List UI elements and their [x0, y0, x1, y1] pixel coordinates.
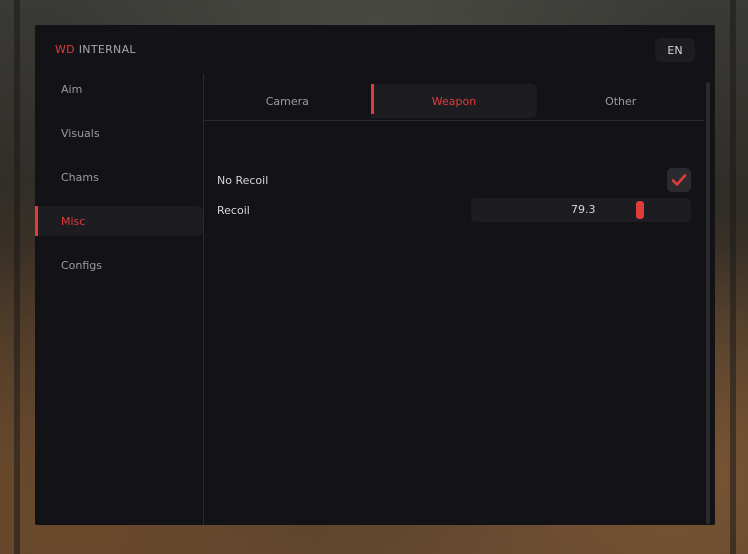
sidebar-item-label: Chams — [61, 170, 99, 184]
sidebar-item-configs[interactable]: Configs — [35, 250, 203, 280]
background-tree — [730, 0, 736, 554]
background-tree — [14, 0, 20, 554]
recoil-value: 79.3 — [571, 203, 596, 216]
sidebar-item-label: Aim — [61, 82, 83, 96]
scrollbar[interactable] — [706, 82, 710, 524]
no-recoil-row: No Recoil — [217, 168, 691, 192]
sidebar-item-label: Misc — [61, 214, 86, 228]
content-panel: Camera Weapon Other No Recoil Recoil 79.… — [203, 74, 710, 525]
menu-header: WD INTERNAL EN — [35, 25, 715, 73]
recoil-label: Recoil — [217, 203, 250, 217]
recoil-row: Recoil 79.3 — [217, 198, 691, 222]
cheat-menu-window: WD INTERNAL EN Aim Visuals Chams Misc Co… — [35, 25, 715, 525]
no-recoil-label: No Recoil — [217, 173, 269, 187]
sidebar-item-label: Configs — [61, 258, 103, 272]
tab-weapon[interactable]: Weapon — [370, 84, 538, 118]
logo-brand: WD — [55, 43, 75, 56]
sidebar-item-misc[interactable]: Misc — [35, 206, 203, 236]
tab-other[interactable]: Other — [537, 84, 704, 118]
tab-camera[interactable]: Camera — [204, 84, 371, 118]
tab-bar: Camera Weapon Other — [204, 84, 704, 118]
sidebar-item-chams[interactable]: Chams — [35, 162, 203, 192]
tab-label: Other — [605, 94, 637, 108]
language-button[interactable]: EN — [655, 38, 695, 62]
no-recoil-checkbox[interactable] — [667, 168, 691, 192]
sidebar-item-label: Visuals — [61, 126, 100, 140]
checkmark-icon — [671, 174, 687, 186]
sidebar-item-aim[interactable]: Aim — [35, 74, 203, 104]
tab-label: Weapon — [431, 94, 477, 108]
sidebar-item-visuals[interactable]: Visuals — [35, 118, 203, 148]
logo-title: INTERNAL — [78, 43, 136, 56]
logo: WD INTERNAL — [55, 43, 136, 56]
tab-label: Camera — [265, 94, 309, 108]
recoil-slider[interactable]: 79.3 — [471, 198, 691, 222]
tab-divider — [204, 120, 704, 121]
slider-handle[interactable] — [635, 201, 644, 219]
sidebar: Aim Visuals Chams Misc Configs — [35, 74, 203, 294]
